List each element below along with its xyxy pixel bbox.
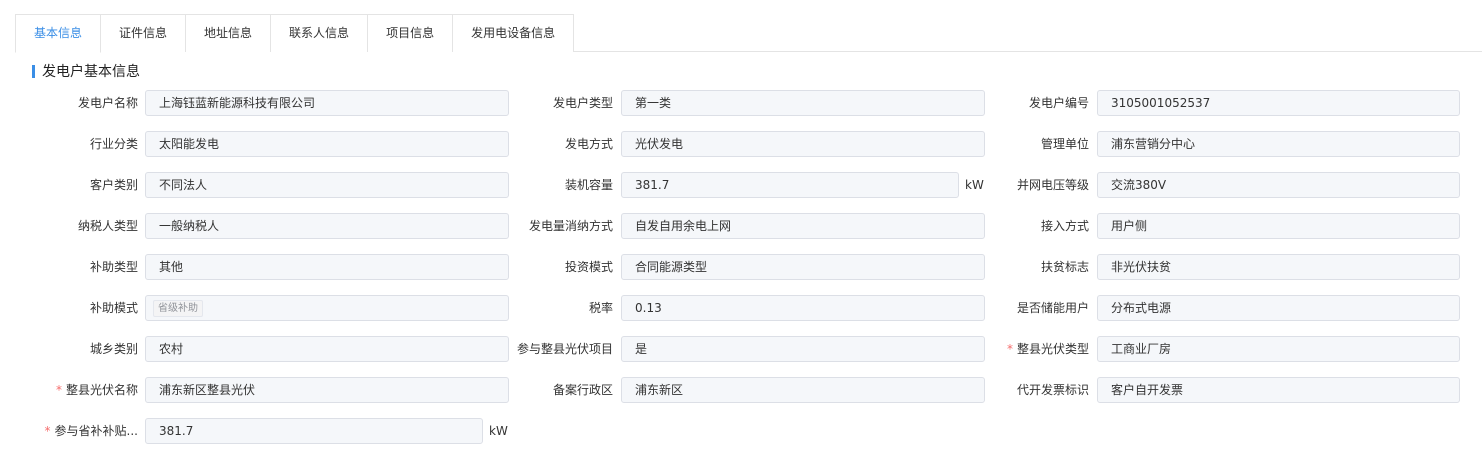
label-gen-name: 发电户名称: [77, 96, 138, 110]
label-access-mode: 接入方式: [1040, 219, 1089, 233]
label-capacity: 装机容量: [564, 178, 613, 192]
label-voltage-level: 并网电压等级: [1016, 178, 1089, 192]
field-county-pv-name[interactable]: 浦东新区整县光伏: [145, 377, 509, 403]
label-gen-type: 发电户类型: [552, 96, 613, 110]
section-title: 发电户基本信息: [32, 62, 140, 80]
tab-project-info[interactable]: 项目信息: [367, 14, 454, 52]
tab-basic-info[interactable]: 基本信息: [15, 14, 102, 53]
field-county-pv-project[interactable]: 是: [621, 336, 985, 362]
field-filing-district[interactable]: 浦东新区: [621, 377, 985, 403]
field-invoice-flag[interactable]: 客户自开发票: [1097, 377, 1460, 403]
field-tax-rate[interactable]: 0.13: [621, 295, 985, 321]
field-gen-name[interactable]: 上海钰蓝新能源科技有限公司: [145, 90, 509, 116]
field-gen-type[interactable]: 第一类: [621, 90, 985, 116]
field-industry[interactable]: 太阳能发电: [145, 131, 509, 157]
provincial-subsidy-unit: kW: [489, 424, 508, 438]
field-voltage-level[interactable]: 交流380V: [1097, 172, 1460, 198]
required-mark: *: [55, 383, 62, 397]
capacity-unit: kW: [965, 178, 984, 192]
field-capacity[interactable]: 381.7: [621, 172, 959, 198]
field-access-mode[interactable]: 用户侧: [1097, 213, 1460, 239]
field-taxpayer-type[interactable]: 一般纳税人: [145, 213, 509, 239]
label-poverty-flag: 扶贫标志: [1040, 260, 1089, 274]
form-row: * 参与省补补贴... 381.7 kW: [0, 417, 1482, 445]
label-industry: 行业分类: [89, 137, 138, 151]
form-row: * 整县光伏名称 浦东新区整县光伏 备案行政区 浦东新区 代开发票标识 客户自开发…: [0, 376, 1482, 404]
tab-certificate-info[interactable]: 证件信息: [100, 14, 187, 52]
section-accent-bar: [32, 64, 35, 78]
label-gen-no: 发电户编号: [1028, 96, 1089, 110]
field-gen-method[interactable]: 光伏发电: [621, 131, 985, 157]
form-row: 纳税人类型 一般纳税人 发电量消纳方式 自发自用余电上网 接入方式 用户侧: [0, 212, 1482, 240]
section-title-text: 发电户基本信息: [42, 64, 140, 80]
label-tax-rate: 税率: [588, 301, 613, 315]
field-urban-category[interactable]: 农村: [145, 336, 509, 362]
field-poverty-flag[interactable]: 非光伏扶贫: [1097, 254, 1460, 280]
tab-address-info[interactable]: 地址信息: [185, 14, 272, 52]
label-subsidy-mode: 补助模式: [89, 301, 138, 315]
label-filing-district: 备案行政区: [552, 383, 613, 397]
form-row: 发电户名称 上海钰蓝新能源科技有限公司 发电户类型 第一类 发电户编号 3105…: [0, 89, 1482, 117]
subsidy-mode-tag: 省级补助: [153, 300, 203, 317]
field-subsidy-type[interactable]: 其他: [145, 254, 509, 280]
label-invest-mode: 投资模式: [564, 260, 613, 274]
field-storage-user[interactable]: 分布式电源: [1097, 295, 1460, 321]
label-gen-method: 发电方式: [564, 137, 613, 151]
label-mgmt-unit: 管理单位: [1040, 137, 1089, 151]
field-mgmt-unit[interactable]: 浦东营销分中心: [1097, 131, 1460, 157]
field-subsidy-mode[interactable]: 省级补助: [145, 295, 509, 321]
field-invest-mode[interactable]: 合同能源类型: [621, 254, 985, 280]
field-county-pv-type[interactable]: 工商业厂房: [1097, 336, 1460, 362]
form-row: 城乡类别 农村 参与整县光伏项目 是 * 整县光伏类型 工商业厂房: [0, 335, 1482, 363]
label-storage-user: 是否储能用户: [1016, 301, 1089, 315]
form-row: 补助模式 省级补助 税率 0.13 是否储能用户 分布式电源: [0, 294, 1482, 322]
form-row: 行业分类 太阳能发电 发电方式 光伏发电 管理单位 浦东营销分中心: [0, 130, 1482, 158]
label-urban-category: 城乡类别: [89, 342, 138, 356]
tab-bar: 基本信息 证件信息 地址信息 联系人信息 项目信息 发用电设备信息: [15, 14, 1482, 53]
form-row: 补助类型 其他 投资模式 合同能源类型 扶贫标志 非光伏扶贫: [0, 253, 1482, 281]
label-county-pv-project: 参与整县光伏项目: [516, 342, 613, 356]
required-mark: *: [44, 424, 51, 438]
field-customer-category[interactable]: 不同法人: [145, 172, 509, 198]
tab-contact-info[interactable]: 联系人信息: [270, 14, 369, 52]
field-gen-no[interactable]: 3105001052537: [1097, 90, 1460, 116]
required-mark: *: [1006, 342, 1013, 356]
label-subsidy-type: 补助类型: [89, 260, 138, 274]
form-row: 客户类别 不同法人 装机容量 381.7 kW 并网电压等级 交流380V: [0, 171, 1482, 199]
label-taxpayer-type: 纳税人类型: [77, 219, 138, 233]
label-invoice-flag: 代开发票标识: [1016, 383, 1089, 397]
tab-equipment-info[interactable]: 发用电设备信息: [452, 14, 575, 52]
field-consume-mode[interactable]: 自发自用余电上网: [621, 213, 985, 239]
label-customer-category: 客户类别: [89, 178, 138, 192]
label-county-pv-type: * 整县光伏类型: [1006, 342, 1089, 356]
label-consume-mode: 发电量消纳方式: [528, 219, 613, 233]
field-provincial-subsidy[interactable]: 381.7: [145, 418, 483, 444]
label-provincial-subsidy: * 参与省补补贴...: [44, 424, 138, 438]
label-county-pv-name: * 整县光伏名称: [55, 383, 138, 397]
